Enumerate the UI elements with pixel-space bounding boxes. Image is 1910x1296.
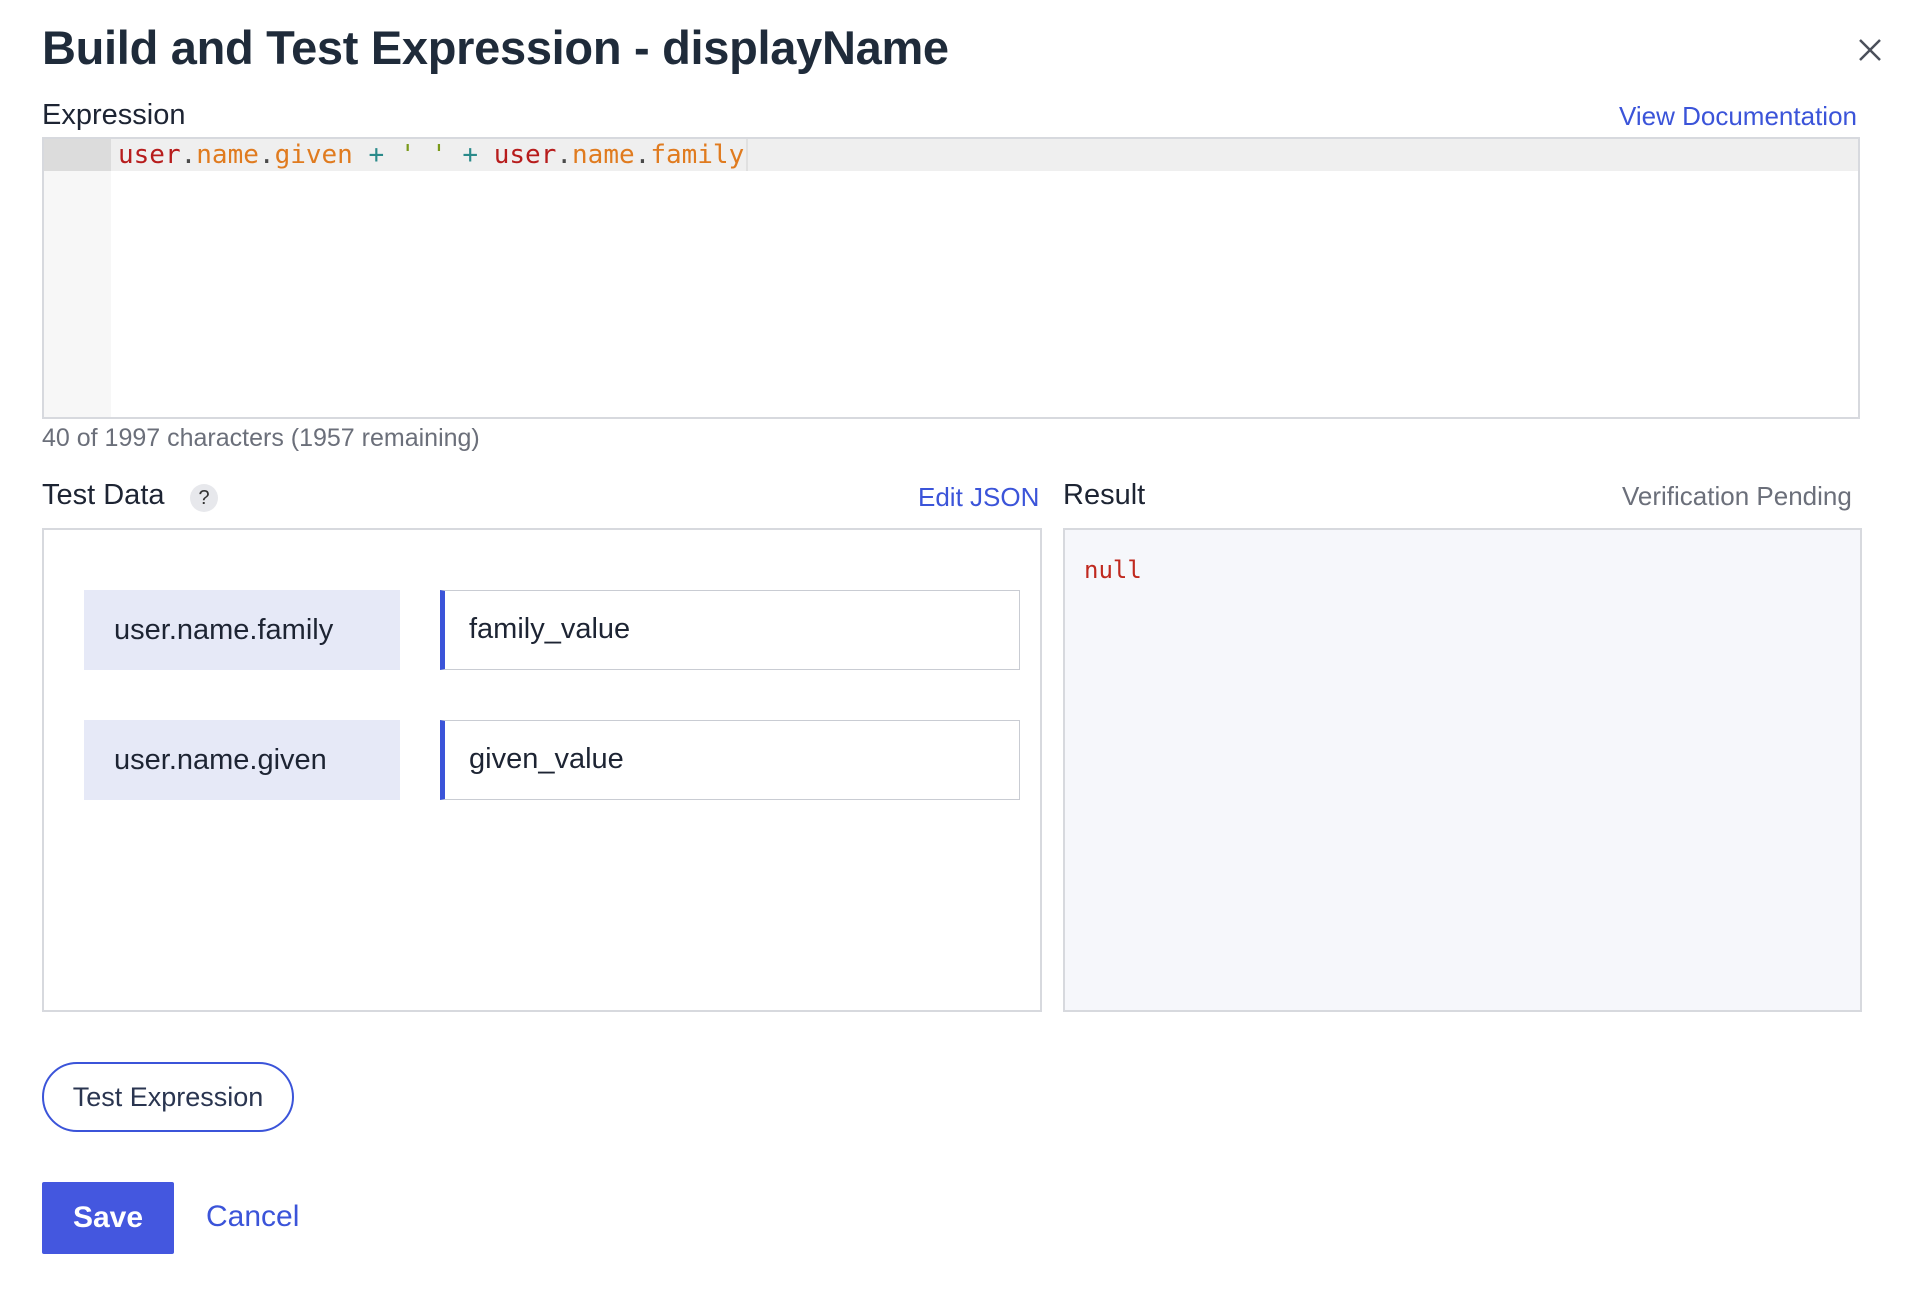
dialog-title: Build and Test Expression - displayName bbox=[42, 21, 949, 74]
code-token-dot: . bbox=[634, 140, 651, 170]
save-button[interactable]: Save bbox=[42, 1182, 174, 1254]
code-token-var: user bbox=[118, 140, 181, 170]
code-token-prop: name bbox=[572, 140, 635, 170]
code-token-dot: . bbox=[180, 140, 197, 170]
code-token-prop: family bbox=[650, 140, 745, 170]
character-counter: 40 of 1997 characters (1957 remaining) bbox=[42, 424, 480, 452]
test-expression-button[interactable]: Test Expression bbox=[42, 1062, 294, 1132]
cancel-button[interactable]: Cancel bbox=[206, 1200, 299, 1234]
expression-label: Expression bbox=[42, 99, 186, 131]
code-token-str: ' ' bbox=[399, 140, 447, 170]
result-panel bbox=[1063, 528, 1862, 1012]
editor-gutter-active-line bbox=[44, 139, 111, 171]
code-token-dot: . bbox=[258, 140, 275, 170]
test-data-value-input[interactable]: family_value bbox=[440, 590, 1020, 670]
result-label: Result bbox=[1063, 479, 1146, 511]
test-data-value-input[interactable]: given_value bbox=[440, 720, 1020, 800]
code-token-var: user bbox=[493, 140, 557, 170]
code-token-dot: . bbox=[556, 140, 573, 170]
test-data-key: user.name.given bbox=[84, 720, 400, 800]
close-icon[interactable] bbox=[1852, 32, 1888, 68]
result-value: null bbox=[1084, 556, 1142, 584]
help-icon[interactable]: ? bbox=[190, 484, 218, 512]
test-data-label: Test Data bbox=[42, 479, 165, 511]
verification-status: Verification Pending bbox=[1622, 481, 1852, 511]
view-documentation-link[interactable]: View Documentation bbox=[1619, 101, 1857, 132]
code-token-prop: name bbox=[196, 140, 259, 170]
editor-gutter bbox=[44, 139, 111, 417]
expression-code-line[interactable]: user.name.given + ' ' + user.name.family bbox=[118, 139, 749, 171]
expression-editor[interactable]: user.name.given + ' ' + user.name.family bbox=[42, 137, 1860, 419]
code-token-op: + bbox=[446, 140, 494, 170]
test-data-key: user.name.family bbox=[84, 590, 400, 670]
code-token-op: + bbox=[352, 140, 400, 170]
edit-json-link[interactable]: Edit JSON bbox=[918, 482, 1039, 513]
code-token-prop: given bbox=[274, 140, 353, 170]
